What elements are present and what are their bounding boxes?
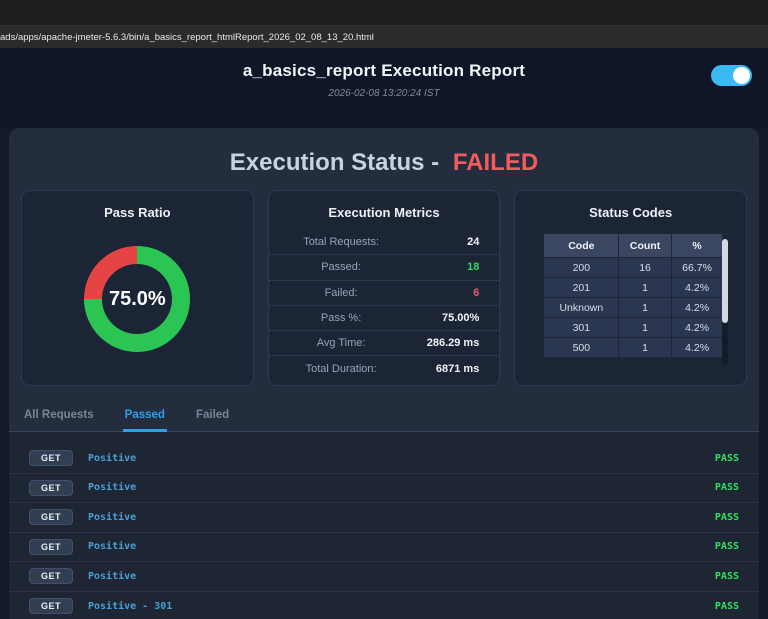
- tab-all-requests[interactable]: All Requests: [22, 403, 96, 432]
- result-badge: PASS: [714, 541, 739, 553]
- request-filter-tabs: All Requests Passed Failed: [9, 403, 759, 432]
- metric-row-total-requests: Total Requests: 24: [268, 230, 500, 256]
- metric-value: 24: [467, 236, 480, 249]
- percent-cell: 4.2%: [670, 317, 724, 338]
- request-row[interactable]: GET Positive PASS: [9, 444, 759, 474]
- column-header-code: Code: [543, 233, 620, 258]
- result-badge: PASS: [714, 511, 739, 523]
- result-badge: PASS: [714, 570, 739, 582]
- request-row[interactable]: GET Positive PASS: [9, 533, 759, 562]
- metric-row-total-duration: Total Duration: 6871 ms: [269, 356, 500, 381]
- status-codes-header-row: Code Count %: [543, 233, 724, 258]
- metric-label: Passed:: [321, 261, 361, 274]
- method-badge: GET: [29, 509, 73, 526]
- table-row: 200 16 66.7%: [543, 257, 724, 278]
- column-header-percent: %: [670, 233, 724, 258]
- pass-ratio-card: Pass Ratio 75.0%: [21, 190, 254, 386]
- tab-passed[interactable]: Passed: [122, 403, 167, 432]
- metric-label: Pass %:: [320, 312, 362, 325]
- metric-value: 75.00%: [442, 312, 480, 325]
- percent-cell: 4.2%: [670, 277, 724, 298]
- request-list: GET Positive PASS GET Positive PASS GET …: [9, 432, 759, 619]
- metric-value: 6: [473, 286, 480, 299]
- report-body: Execution Status - FAILED Pass Ratio 75.…: [9, 128, 759, 619]
- table-row: 201 1 4.2%: [543, 277, 724, 298]
- method-badge: GET: [29, 598, 73, 615]
- execution-metrics-title: Execution Metrics: [328, 205, 440, 220]
- theme-toggle[interactable]: [711, 65, 752, 86]
- request-row[interactable]: GET Positive PASS: [9, 562, 759, 592]
- pass-ratio-chart: 75.0%: [84, 246, 191, 352]
- tab-failed[interactable]: Failed: [194, 403, 231, 432]
- method-badge: GET: [29, 479, 73, 496]
- metric-row-failed: Failed: 6: [268, 281, 500, 306]
- status-codes-title: Status Codes: [589, 205, 673, 220]
- table-row: Unknown 1 4.2%: [543, 297, 724, 318]
- report-header: a_basics_report Execution Report 2026-02…: [0, 48, 768, 128]
- method-badge: GET: [29, 450, 73, 467]
- request-name[interactable]: Positive - 301: [88, 601, 172, 612]
- metric-row-avg-time: Avg Time: 286.29 ms: [268, 331, 500, 357]
- percent-cell: 66.7%: [670, 257, 724, 278]
- status-codes-table: Code Count % 200 16 66.7% 201 1 4.2% Unk…: [543, 233, 724, 358]
- status-codes-card: Status Codes Code Count % 200 16 66.7% 2…: [514, 190, 748, 386]
- summary-cards: Pass Ratio 75.0% Execution Metrics Total…: [9, 178, 759, 386]
- metric-label: Avg Time:: [316, 337, 366, 350]
- request-name[interactable]: Positive: [88, 453, 136, 464]
- percent-cell: 4.2%: [670, 297, 724, 318]
- result-badge: PASS: [714, 600, 739, 612]
- browser-address-bar[interactable]: ads/apps/apache-jmeter-5.6.3/bin/a_basic…: [0, 26, 768, 48]
- method-badge: GET: [29, 568, 73, 585]
- code-cell: 200: [543, 257, 620, 278]
- address-bar-url[interactable]: ads/apps/apache-jmeter-5.6.3/bin/a_basic…: [0, 32, 374, 43]
- code-cell: Unknown: [543, 297, 620, 318]
- result-badge: PASS: [714, 452, 739, 464]
- pass-ratio-percentage: 75.0%: [108, 287, 166, 310]
- execution-status-heading: Execution Status - FAILED: [9, 149, 759, 177]
- metric-value: 6871 ms: [435, 363, 480, 376]
- report-page: a_basics_report Execution Report 2026-02…: [0, 48, 768, 619]
- request-name[interactable]: Positive: [88, 571, 136, 582]
- metric-value: 286.29 ms: [426, 337, 480, 350]
- browser-tab-bar[interactable]: [0, 0, 768, 26]
- method-badge: GET: [29, 538, 73, 555]
- request-name[interactable]: Positive: [88, 482, 136, 493]
- metrics-list: Total Requests: 24 Passed: 18 Failed: 6 …: [268, 230, 500, 382]
- execution-status-value: FAILED: [452, 149, 539, 176]
- table-row: 301 1 4.2%: [543, 317, 724, 338]
- execution-metrics-card: Execution Metrics Total Requests: 24 Pas…: [267, 190, 501, 386]
- metric-label: Failed:: [324, 286, 358, 299]
- count-cell: 1: [618, 277, 672, 298]
- request-row[interactable]: GET Positive PASS: [9, 503, 759, 533]
- browser-chrome: ads/apps/apache-jmeter-5.6.3/bin/a_basic…: [0, 0, 768, 48]
- metric-label: Total Requests:: [303, 236, 380, 249]
- column-header-count: Count: [618, 233, 672, 258]
- pass-ratio-title: Pass Ratio: [104, 205, 171, 220]
- page-title: a_basics_report Execution Report: [242, 61, 526, 80]
- count-cell: 1: [618, 297, 672, 318]
- request-row[interactable]: GET Positive - 301 PASS: [9, 592, 759, 619]
- metric-row-passed: Passed: 18: [268, 255, 500, 281]
- result-badge: PASS: [714, 482, 739, 494]
- request-name[interactable]: Positive: [88, 541, 136, 552]
- count-cell: 16: [618, 257, 672, 278]
- theme-toggle-knob: [733, 67, 750, 84]
- code-cell: 500: [543, 337, 620, 358]
- execution-status-label: Execution Status -: [229, 149, 440, 176]
- code-cell: 201: [543, 277, 620, 298]
- request-row[interactable]: GET Positive PASS: [9, 474, 759, 503]
- metric-label: Total Duration:: [305, 363, 377, 376]
- count-cell: 1: [618, 337, 672, 358]
- table-scrollbar-thumb[interactable]: [722, 239, 729, 323]
- code-cell: 301: [543, 317, 620, 338]
- metric-value: 18: [467, 261, 480, 274]
- percent-cell: 4.2%: [670, 337, 724, 358]
- report-timestamp: 2026-02-08 13:20:24 IST: [328, 88, 440, 99]
- count-cell: 1: [618, 317, 672, 338]
- request-name[interactable]: Positive: [88, 512, 136, 523]
- table-row: 500 1 4.2%: [543, 337, 724, 358]
- table-scrollbar[interactable]: [722, 239, 729, 365]
- metric-row-pass-percent: Pass %: 75.00%: [268, 306, 500, 332]
